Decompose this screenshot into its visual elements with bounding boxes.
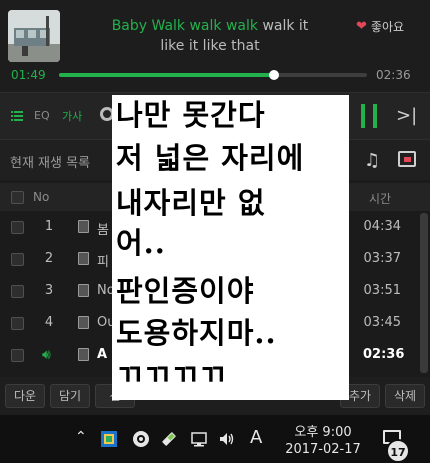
overlay-line: ㄲㄲㄲㄲ [116, 358, 227, 392]
network-icon[interactable] [190, 430, 208, 448]
row-checkbox[interactable] [11, 349, 24, 362]
playlist-title: 현재 재생 목록 [10, 156, 91, 171]
document-icon [78, 252, 89, 265]
document-icon [78, 316, 89, 329]
volume-icon[interactable] [218, 430, 236, 448]
overlay-line: 나만 못간다 [116, 98, 266, 132]
overlay-line: 어.. [116, 226, 166, 260]
speaker-icon: 🔊︎ [42, 347, 51, 363]
download-button[interactable]: 다운 [5, 384, 45, 408]
pause-button[interactable] [361, 104, 379, 128]
show-hidden-icons[interactable]: ⌃ [75, 429, 87, 445]
now-playing-panel: Baby Walk walk walk walk it like it like… [0, 0, 430, 92]
overlay-line: 저 넓은 자리에 [116, 141, 305, 175]
document-icon [78, 220, 89, 233]
taskbar-time[interactable]: 오후 9:00 [288, 421, 358, 440]
song-title: Baby Walk walk walk walk it [70, 17, 350, 35]
select-all-checkbox[interactable] [11, 191, 24, 204]
overlay-line: 도용하지마.. [116, 316, 277, 350]
list-icon[interactable] [11, 111, 23, 121]
text-overlay: 나만 못간다 저 넓은 자리에 내자리만 없 어.. 판인증이야 도용하지마..… [112, 95, 349, 400]
row-title: A [97, 347, 108, 362]
video-icon[interactable] [398, 151, 416, 167]
row-title: 피 [97, 255, 109, 270]
column-no[interactable]: No [33, 190, 49, 204]
time-total: 02:36 [376, 68, 411, 82]
like-label: 좋아요 [370, 20, 405, 34]
document-icon [78, 284, 89, 297]
playlist-scrollbar[interactable] [420, 213, 428, 373]
overlay-line: 판인증이야 [116, 274, 255, 308]
progress-knob[interactable] [269, 70, 280, 80]
row-number: 3 [44, 283, 54, 298]
row-number: 1 [44, 219, 54, 234]
row-time: 03:45 [363, 315, 401, 330]
like-button[interactable]: ❤ 좋아요 [356, 18, 404, 35]
taskbar-date[interactable]: 2017-02-17 [281, 442, 365, 457]
progress-bar[interactable] [59, 70, 367, 80]
lyrics-button[interactable]: 가사 [62, 108, 82, 124]
delete-button[interactable]: 삭제 [385, 384, 425, 408]
heart-icon: ❤ [356, 19, 367, 34]
album-art[interactable] [8, 10, 60, 62]
time-current: 01:49 [11, 68, 46, 82]
row-time: 04:34 [363, 219, 401, 234]
music-note-icon[interactable]: ♫ [364, 150, 380, 171]
eq-button[interactable]: EQ [34, 109, 50, 122]
row-title: 봄 [97, 223, 109, 238]
document-icon [78, 348, 89, 361]
song-title-rest: walk it [262, 18, 309, 34]
row-number: 4 [44, 315, 54, 330]
row-checkbox[interactable] [11, 285, 24, 298]
row-time: 03:37 [363, 251, 401, 266]
input-method-indicator[interactable]: A [250, 427, 262, 448]
save-button[interactable]: 담기 [50, 384, 90, 408]
song-title-line2: like it like that [160, 38, 260, 54]
song-title-artist: Baby Walk walk walk [111, 18, 258, 34]
notification-count-badge: 17 [386, 439, 410, 463]
row-number: 2 [44, 251, 54, 266]
next-track-icon[interactable]: >| [396, 105, 417, 126]
row-checkbox[interactable] [11, 317, 24, 330]
taskbar: ⌃ A 오후 9:00 2017-02-17 17 [0, 415, 430, 463]
pause-icon [361, 104, 365, 128]
row-time: 03:51 [363, 283, 401, 298]
row-checkbox[interactable] [11, 221, 24, 234]
app-tray-icon[interactable] [100, 430, 118, 448]
overlay-line: 내자리만 없 [116, 186, 266, 220]
row-time: 02:36 [363, 347, 405, 362]
media-tray-icon[interactable] [132, 430, 150, 448]
column-time[interactable]: 시간 [369, 190, 391, 207]
battery-icon[interactable] [160, 430, 178, 448]
progress-fill [59, 73, 275, 77]
row-checkbox[interactable] [11, 253, 24, 266]
